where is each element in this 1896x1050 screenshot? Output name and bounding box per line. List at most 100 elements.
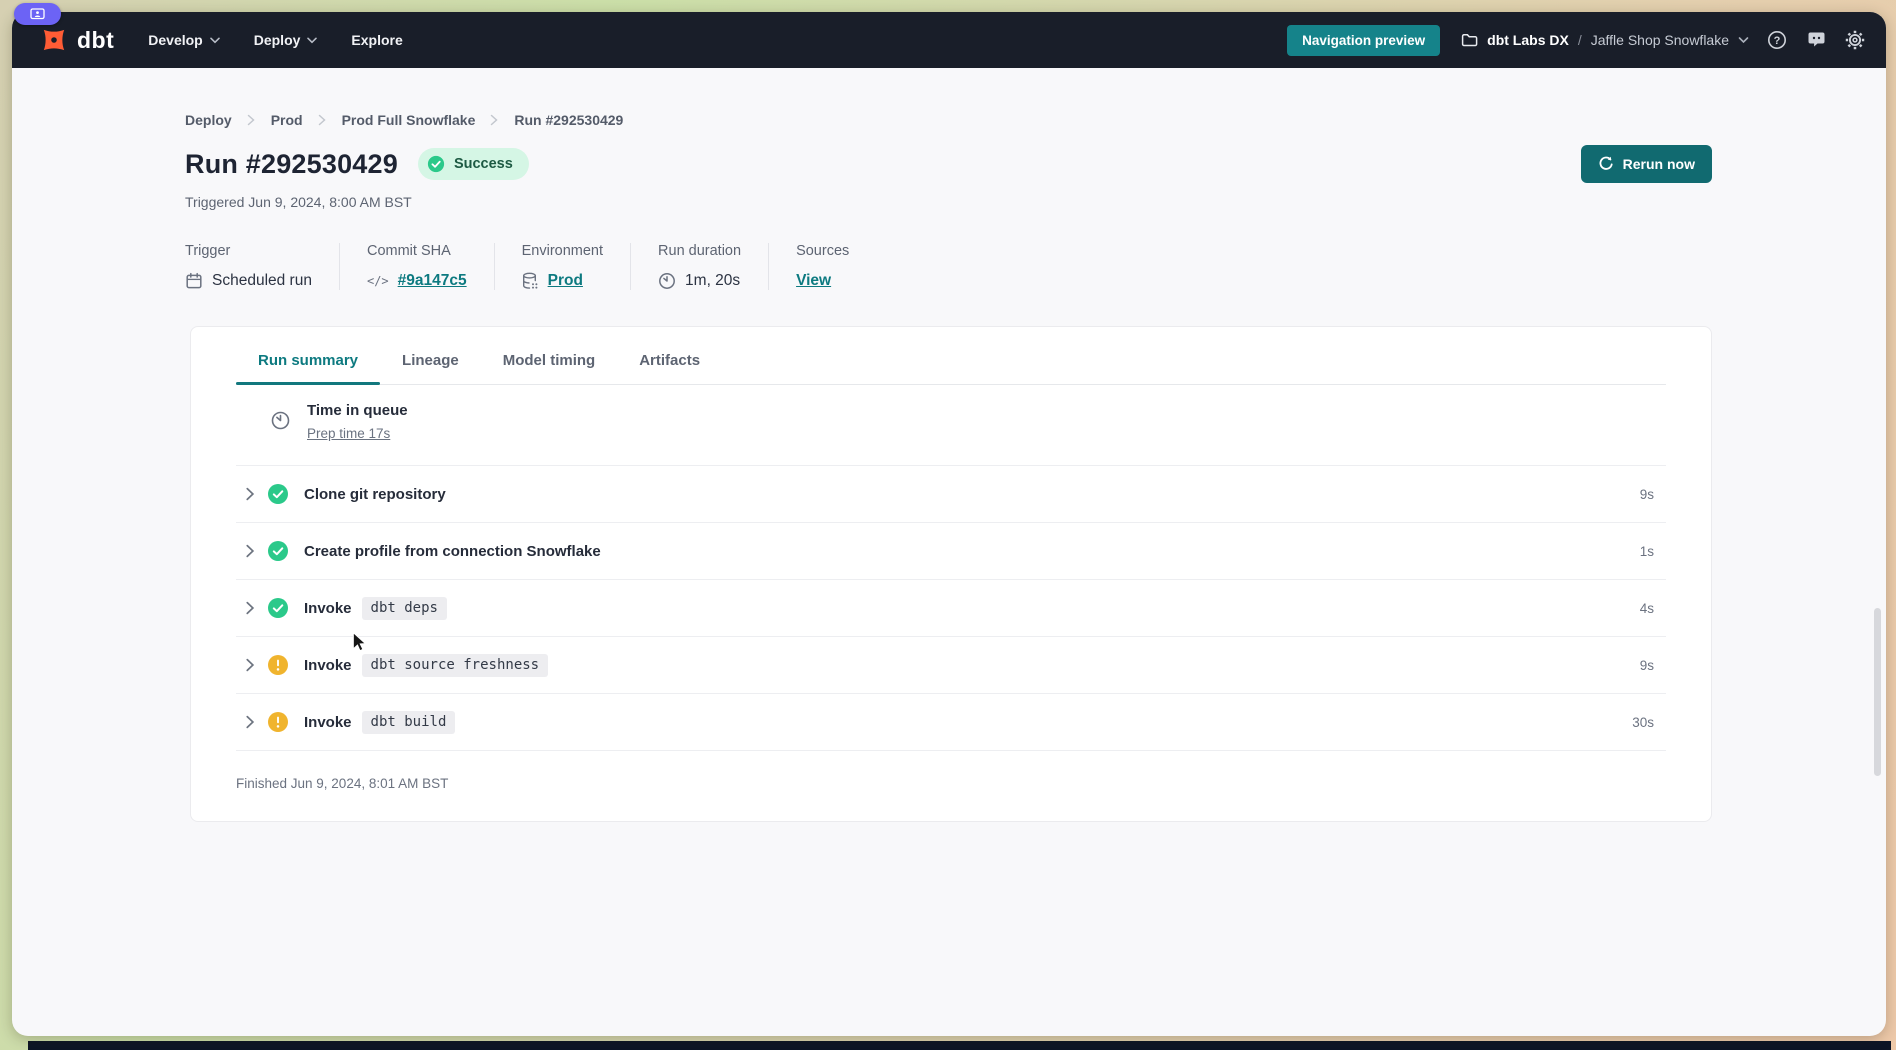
dbt-logo-icon	[38, 24, 70, 56]
tab-run-summary[interactable]: Run summary	[236, 352, 380, 384]
expand-chevron-icon[interactable]	[246, 487, 255, 501]
step-row: Create profile from connection Snowflake…	[236, 523, 1666, 580]
meta-value-link[interactable]: Prod	[548, 272, 583, 290]
nav-menu-explore[interactable]: Explore	[351, 32, 402, 48]
step-duration: 4s	[1640, 601, 1654, 616]
project-name: Jaffle Shop Snowflake	[1591, 32, 1729, 48]
nav-menu-label: Deploy	[254, 32, 301, 48]
feedback-icon[interactable]	[1805, 29, 1827, 51]
chevron-down-icon	[210, 37, 220, 44]
meta-value-text: Scheduled run	[212, 272, 312, 290]
breadcrumb: Deploy Prod Prod Full Snowflake Run #292530…	[185, 112, 1712, 128]
page-content: Deploy Prod Prod Full Snowflake Run #292530…	[12, 68, 1886, 822]
run-summary-card: Run summaryLineageModel timingArtifacts …	[190, 326, 1712, 822]
account-switcher[interactable]: dbt Labs DX / Jaffle Shop Snowflake	[1461, 32, 1749, 48]
meta-sources: Sources View	[796, 243, 876, 290]
prep-time-link[interactable]: Prep time 17s	[307, 426, 390, 441]
account-name: dbt Labs DX	[1487, 32, 1569, 48]
mouse-cursor	[352, 632, 367, 657]
navigation-preview-button[interactable]: Navigation preview	[1287, 25, 1440, 56]
refresh-icon	[1598, 156, 1614, 172]
step-command-code: dbt source freshness	[362, 654, 549, 677]
nav-menus: Develop Deploy Explore	[148, 32, 403, 48]
step-label: Invoke	[304, 657, 352, 674]
clock-icon	[658, 272, 676, 290]
warning-status-icon	[268, 712, 288, 732]
breadcrumb-separator-icon	[318, 114, 327, 126]
help-icon[interactable]: ?	[1766, 29, 1788, 51]
status-badge-label: Success	[454, 156, 513, 172]
page-header: Deploy Prod Prod Full Snowflake Run #292530…	[185, 112, 1712, 290]
meta-value: </> #9a147c5	[367, 272, 467, 290]
meta-label: Commit SHA	[367, 243, 467, 259]
nav-menu-deploy[interactable]: Deploy	[254, 32, 318, 48]
code-icon: </>	[367, 274, 389, 288]
success-status-icon	[268, 484, 288, 504]
calendar-icon	[185, 272, 203, 290]
rerun-now-label: Rerun now	[1623, 156, 1695, 172]
meta-value-text: 1m, 20s	[685, 272, 740, 290]
nav-menu-develop[interactable]: Develop	[148, 32, 219, 48]
success-check-icon	[427, 155, 445, 173]
chevron-down-icon	[1738, 36, 1749, 44]
success-status-icon	[268, 541, 288, 561]
account-path-separator: /	[1578, 32, 1582, 48]
meta-label: Run duration	[658, 243, 741, 259]
success-status-icon	[268, 598, 288, 618]
expand-chevron-icon[interactable]	[246, 601, 255, 615]
expand-chevron-icon[interactable]	[246, 544, 255, 558]
expand-chevron-icon[interactable]	[246, 715, 255, 729]
nav-menu-label: Explore	[351, 32, 402, 48]
expand-chevron-icon[interactable]	[246, 658, 255, 672]
app-window: dbt Develop Deploy Explore Navigation prev…	[12, 12, 1886, 1036]
breadcrumb-item[interactable]: Prod	[271, 112, 303, 128]
top-navbar: dbt Develop Deploy Explore Navigation prev…	[12, 12, 1886, 68]
meta-run-duration: Run duration 1m, 20s	[658, 243, 769, 290]
tab-lineage[interactable]: Lineage	[380, 352, 481, 384]
breadcrumb-item[interactable]: Run #292530429	[514, 112, 623, 128]
tab-model-timing[interactable]: Model timing	[481, 352, 618, 384]
database-icon	[522, 272, 539, 290]
step-label: Invoke	[304, 714, 352, 731]
step-label: Clone git repository	[304, 486, 446, 503]
meta-value: 1m, 20s	[658, 272, 741, 290]
step-duration: 30s	[1632, 715, 1654, 730]
breadcrumb-separator-icon	[490, 114, 499, 126]
step-row: Invokedbt deps4s	[236, 580, 1666, 637]
rerun-now-button[interactable]: Rerun now	[1581, 145, 1712, 183]
meta-value-link[interactable]: #9a147c5	[398, 272, 467, 290]
time-in-queue-title: Time in queue	[307, 402, 408, 419]
step-command-code: dbt build	[362, 711, 456, 734]
step-duration: 9s	[1640, 658, 1654, 673]
step-row: Invoke dbt build 30s	[236, 694, 1666, 751]
folder-icon	[1461, 32, 1478, 48]
breadcrumb-item[interactable]: Deploy	[185, 112, 232, 128]
meta-label: Trigger	[185, 243, 312, 259]
meta-value: Scheduled run	[185, 272, 312, 290]
meta-value: Prod	[522, 272, 603, 290]
breadcrumb-item[interactable]: Prod Full Snowflake	[342, 112, 476, 128]
step-row: Clone git repository 9s	[236, 466, 1666, 523]
bottom-edge-strip	[28, 1041, 1891, 1050]
dbt-logo[interactable]: dbt	[38, 24, 114, 56]
timer-icon	[270, 410, 291, 431]
settings-icon[interactable]	[1844, 29, 1866, 51]
step-command-code: dbt deps	[362, 597, 447, 620]
warning-status-icon	[268, 655, 288, 675]
dbt-logo-text: dbt	[77, 27, 114, 54]
screen-share-icon	[30, 8, 45, 20]
time-in-queue-row: Time in queue Prep time 17s	[236, 385, 1666, 466]
scrollbar-thumb[interactable]	[1874, 608, 1881, 776]
meta-value: View	[796, 272, 849, 290]
step-duration: 1s	[1640, 544, 1654, 559]
chevron-down-icon	[307, 37, 317, 44]
meta-environment: Environment Prod	[522, 243, 631, 290]
step-duration: 9s	[1640, 487, 1654, 502]
meta-label: Environment	[522, 243, 603, 259]
step-label: Create profile from connection Snowflake	[304, 543, 601, 560]
meta-label: Sources	[796, 243, 849, 259]
navbar-right: Navigation preview dbt Labs DX / Jaffle …	[1287, 25, 1866, 56]
tab-artifacts[interactable]: Artifacts	[617, 352, 722, 384]
nav-menu-label: Develop	[148, 32, 202, 48]
meta-value-link[interactable]: View	[796, 272, 831, 290]
